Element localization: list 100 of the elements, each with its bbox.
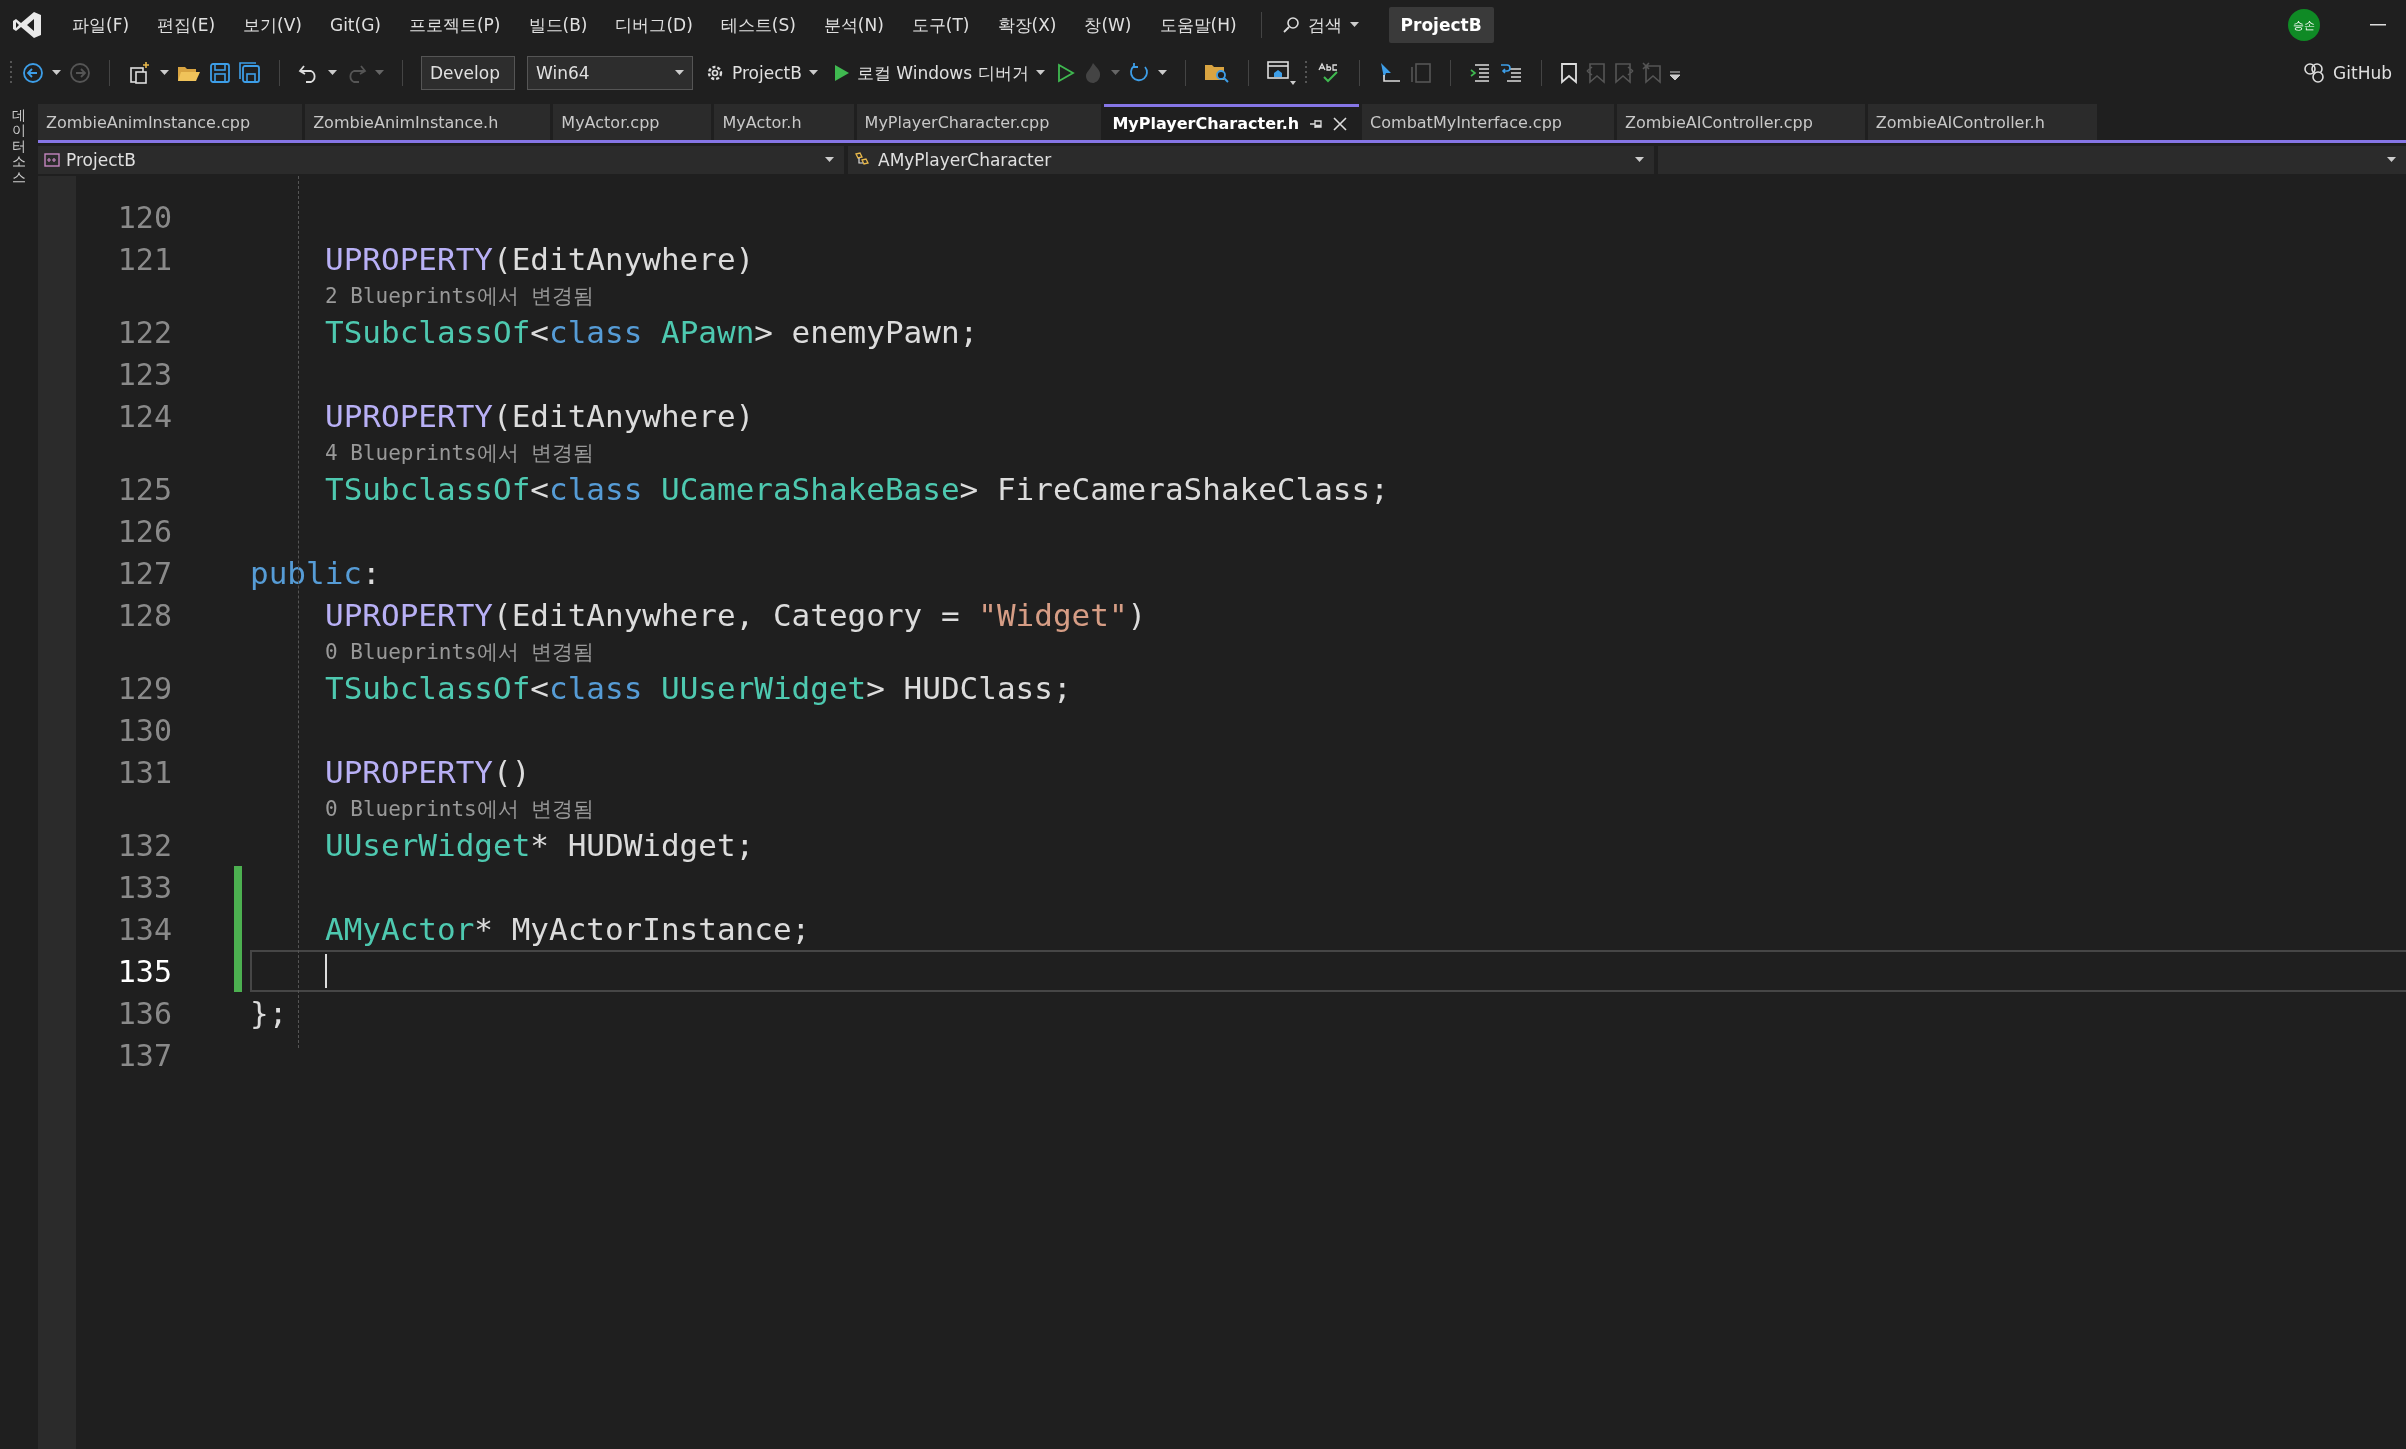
document-tab[interactable]: ZombieAIController.h [1867,104,2097,140]
line-number: 134 [116,911,172,947]
document-tab[interactable]: MyActor.cpp [553,104,712,140]
menu-item[interactable]: 테스트(S) [706,13,810,37]
spell-check-icon[interactable] [1316,62,1341,84]
line-number: 129 [116,670,172,706]
caret-icon[interactable] [1157,70,1167,76]
code-line: TSubclassOf<class UCameraShakeBase> FireCameraShakeClass; [324,471,1389,507]
line-number: 127 [116,555,172,591]
code-line: public: [250,555,381,591]
grip-icon [1304,61,1309,85]
save-icon[interactable] [209,62,231,84]
document-tab[interactable]: MyActor.h [714,104,854,140]
window-layout-icon[interactable] [1266,60,1297,86]
line-number: 136 [116,995,172,1031]
document-tab[interactable]: ZombieAIController.cpp [1617,104,1865,140]
caret-icon [2387,157,2396,163]
scope-dropdown[interactable]: AMyPlayerCharacter [848,146,1654,174]
grip-icon [10,61,14,85]
line-number: 125 [116,471,172,507]
line-number: 130 [116,712,172,748]
side-panel-tab[interactable]: 데이터 소스 [12,108,26,1449]
platform-dropdown[interactable]: Win64 [527,56,693,90]
caret-icon[interactable] [160,70,169,76]
line-number: 124 [116,398,172,434]
menu-item[interactable]: 도구(T) [897,13,984,37]
code-line: AMyActor* MyActorInstance; [324,911,811,947]
line-number: 131 [116,754,172,790]
code-line: UPROPERTY() [324,754,531,790]
menu-item[interactable]: 분석(N) [809,13,898,37]
startup-project-button[interactable]: ProjectB [701,63,822,83]
menu-item[interactable]: 편집(E) [143,13,230,37]
caret-icon [1035,70,1045,76]
search-icon [1281,16,1300,34]
line-number: 133 [116,869,172,905]
menu-item[interactable]: 도움말(H) [1145,13,1251,37]
account-avatar[interactable]: 승손 [2288,9,2320,41]
caret-icon [1635,157,1644,163]
line-number: 126 [116,513,172,549]
save-all-icon[interactable] [239,62,261,84]
menu-item[interactable]: 디버그(D) [601,13,707,37]
window-title: ProjectB [1388,7,1494,43]
document-tab[interactable]: ZombieAnimInstance.cpp [38,104,303,140]
pin-icon[interactable] [1309,117,1324,130]
code-line: UPROPERTY(EditAnywhere, Category = "Widget") [324,597,1147,633]
caret-icon [825,157,834,163]
caret-icon [1349,22,1359,28]
document-tab[interactable]: ZombieAnimInstance.h [305,104,551,140]
line-number: 120 [116,199,172,235]
code-line: TSubclassOf<class UUserWidget> HUDClass; [324,670,1072,706]
indent-icon[interactable] [1468,62,1491,84]
caret-icon [808,70,818,76]
code-line: TSubclassOf<class APawn> enemyPawn; [324,314,979,350]
new-item-icon[interactable] [128,61,152,85]
codelens-hint[interactable]: 0 Blueprints에서 변경됨 [325,794,595,823]
code-line: UPROPERTY(EditAnywhere) [324,241,755,277]
close-icon[interactable] [1333,116,1348,131]
class-icon [854,152,872,168]
document-tab[interactable]: MyPlayerCharacter.cpp [856,104,1102,140]
app-logo-icon [12,11,42,39]
menu-item[interactable]: 파일(F) [58,13,144,37]
menu-item[interactable]: 프로젝트(P) [394,13,515,37]
line-number: 135 [116,953,172,989]
bookmark-icon[interactable] [1559,62,1578,84]
line-number: 132 [116,827,172,863]
people-icon [2302,62,2327,84]
caret-icon[interactable] [52,70,61,76]
line-number: 121 [116,241,172,277]
code-line: }; [250,995,288,1031]
configuration-dropdown[interactable]: Develop [421,56,515,90]
gear-icon [705,63,725,83]
menu-item[interactable]: 창(W) [1070,13,1146,37]
play-icon [833,64,850,82]
back-icon[interactable] [22,62,44,84]
menu-item[interactable]: 보기(V) [229,13,316,37]
project-icon [44,153,60,167]
github-copilot-button[interactable]: GitHub [2298,62,2396,84]
document-tab[interactable]: CombatMyInterface.cpp [1362,104,1614,140]
menu-item[interactable]: 확장(X) [983,13,1071,37]
refresh-icon[interactable] [1127,62,1150,84]
start-debugging-button[interactable]: 로컬 Windows 디버거 [829,61,1049,85]
outdent-icon[interactable] [1498,62,1523,84]
text-caret [325,954,327,988]
menu-item[interactable]: 빌드(B) [514,13,602,37]
search-button[interactable]: 검색 [1271,9,1369,41]
caret-icon[interactable] [328,70,337,76]
codelens-hint[interactable]: 0 Blueprints에서 변경됨 [325,637,595,666]
menu-item[interactable]: Git(G) [315,15,395,35]
project-dropdown[interactable]: ProjectB [38,146,844,174]
code-line: UPROPERTY(EditAnywhere) [324,398,755,434]
line-number: 123 [116,356,172,392]
minimize-icon[interactable] [2370,24,2386,26]
code-line: UUserWidget* HUDWidget; [324,827,755,863]
line-number: 122 [116,314,172,350]
codelens-hint[interactable]: 2 Blueprints에서 변경됨 [325,281,595,310]
codelens-hint[interactable]: 4 Blueprints에서 변경됨 [325,438,595,467]
run-without-debugging-icon[interactable] [1056,63,1075,83]
line-number: 137 [116,1037,172,1073]
line-number: 128 [116,597,172,633]
caret-icon [675,70,684,76]
